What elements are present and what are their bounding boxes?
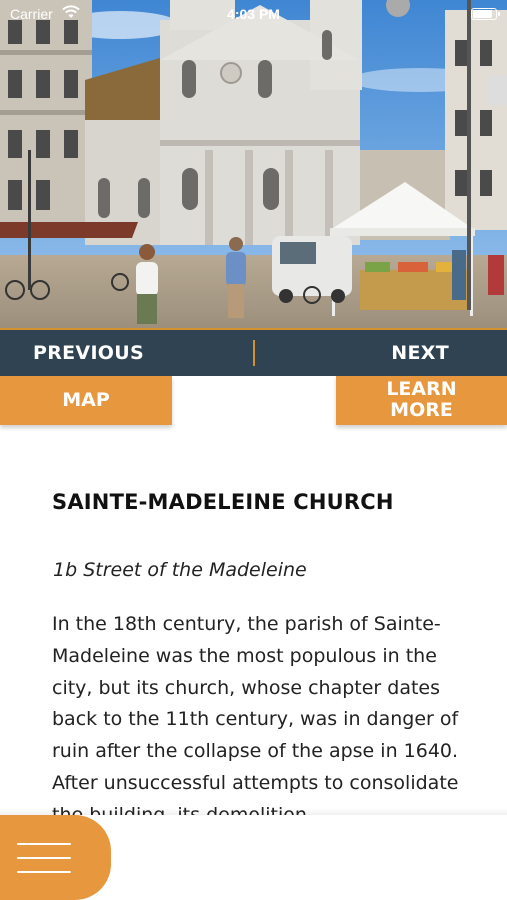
- next-button[interactable]: NEXT: [391, 342, 449, 364]
- menu-button[interactable]: [0, 815, 111, 900]
- prev-next-navbar: PREVIOUS NEXT: [0, 328, 507, 376]
- map-button[interactable]: MAP: [0, 376, 172, 425]
- article-body: In the 18th century, the parish of Saint…: [52, 613, 459, 817]
- nav-divider: [253, 340, 255, 366]
- learn-more-button[interactable]: LEARN MORE: [336, 376, 507, 425]
- status-time: 4:03 PM: [227, 6, 280, 22]
- page-title: SAINTE-MADELEINE CHURCH: [52, 490, 394, 514]
- address-text: 1b Street of the Madeleine: [53, 559, 307, 581]
- hero-photo: [0, 0, 507, 328]
- learn-more-label-line2: MORE: [390, 399, 453, 421]
- learn-more-label-line1: LEARN: [386, 378, 457, 400]
- previous-button[interactable]: PREVIOUS: [33, 342, 144, 364]
- map-button-label: MAP: [62, 389, 110, 411]
- hero-image: [0, 0, 507, 328]
- status-bar: Carrier 4:03 PM: [0, 0, 507, 28]
- battery-icon: [471, 8, 500, 20]
